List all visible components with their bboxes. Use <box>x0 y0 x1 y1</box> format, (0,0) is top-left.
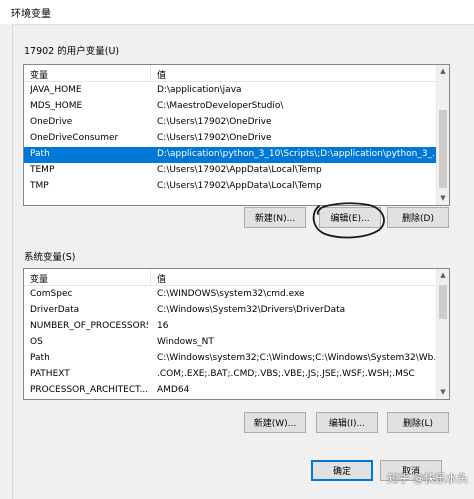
scroll-thumb[interactable] <box>439 110 447 188</box>
user-new-button[interactable]: 新建(N)... <box>244 207 306 228</box>
scroll-up-icon[interactable]: ▲ <box>437 269 449 282</box>
user-var-value: C:\Users\17902\AppData\Local\Temp <box>157 181 322 191</box>
user-var-name: TEMP <box>30 165 55 175</box>
system-var-value: 16 <box>157 321 169 331</box>
scroll-up-icon[interactable]: ▲ <box>437 65 449 78</box>
table-row[interactable]: OneDriveConsumer C:\Users\17902\OneDrive <box>24 131 436 147</box>
system-col-value[interactable]: 值 <box>157 272 166 285</box>
table-row[interactable]: NUMBER_OF_PROCESSORS 16 <box>24 319 436 335</box>
user-var-name: TMP <box>30 181 49 191</box>
user-var-value: C:\MaestroDeveloperStudio\ <box>157 101 284 111</box>
table-row[interactable]: OneDrive C:\Users\17902\OneDrive <box>24 115 436 131</box>
user-var-value: D:\application\java <box>157 85 242 95</box>
user-vars-label: 17902 的用户变量(U) <box>24 46 120 57</box>
window-title: 环境变量 <box>11 8 51 20</box>
watermark-text: 知乎 @快乐水头 <box>387 472 469 485</box>
user-vars-list[interactable]: 变量 值 JAVA_HOME D:\application\java MDS_H… <box>23 64 450 206</box>
system-vars-scrollbar[interactable]: ▲ ▼ <box>436 269 449 399</box>
user-var-value: C:\Users\17902\OneDrive <box>157 117 272 127</box>
background-window-strip <box>0 24 12 499</box>
system-var-name: NUMBER_OF_PROCESSORS <box>30 321 148 331</box>
ok-button[interactable]: 确定 <box>311 460 373 481</box>
system-var-name: PROCESSOR_ARCHITECT... <box>30 385 148 395</box>
user-var-name: MDS_HOME <box>30 101 83 111</box>
user-edit-button[interactable]: 编辑(E)... <box>319 207 381 228</box>
user-col-variable[interactable]: 变量 <box>30 68 48 81</box>
system-var-value: C:\WINDOWS\system32\cmd.exe <box>157 289 305 299</box>
system-vars-list[interactable]: 变量 值 ComSpec C:\WINDOWS\system32\cmd.exe… <box>23 268 450 400</box>
user-var-name: OneDrive <box>30 117 73 127</box>
user-var-name: JAVA_HOME <box>30 85 82 95</box>
system-var-name: DriverData <box>30 305 80 315</box>
system-new-button[interactable]: 新建(W)... <box>244 412 306 433</box>
user-delete-button[interactable]: 删除(D) <box>387 207 449 228</box>
system-var-name: Path <box>30 353 50 363</box>
scroll-down-icon[interactable]: ▼ <box>437 386 449 399</box>
env-vars-dialog: 17902 的用户变量(U) 变量 值 JAVA_HOME D:\applica… <box>12 24 474 499</box>
system-var-name: ComSpec <box>30 289 73 299</box>
user-var-value: C:\Users\17902\AppData\Local\Temp <box>157 165 322 175</box>
user-col-value[interactable]: 值 <box>157 68 166 81</box>
table-row[interactable]: MDS_HOME C:\MaestroDeveloperStudio\ <box>24 99 436 115</box>
table-row[interactable]: OS Windows_NT <box>24 335 436 351</box>
system-edit-button[interactable]: 编辑(I)... <box>316 412 378 433</box>
scroll-thumb[interactable] <box>439 285 447 319</box>
system-col-variable[interactable]: 变量 <box>30 272 48 285</box>
system-vars-header: 变量 值 <box>24 269 436 286</box>
system-var-value: AMD64 <box>157 385 190 395</box>
table-row[interactable]: PROCESSOR_ARCHITECT... AMD64 <box>24 383 436 399</box>
title-bar: 环境变量 <box>0 0 474 24</box>
system-var-value: Windows_NT <box>157 337 214 347</box>
system-var-name: OS <box>30 337 43 347</box>
scroll-down-icon[interactable]: ▼ <box>437 192 449 205</box>
system-var-value: C:\Windows\System32\Drivers\DriverData <box>157 305 346 315</box>
table-row[interactable]: DriverData C:\Windows\System32\Drivers\D… <box>24 303 436 319</box>
system-var-value: .COM;.EXE;.BAT;.CMD;.VBS;.VBE;.JS;.JSE;.… <box>157 369 415 379</box>
system-var-name: PATHEXT <box>30 369 70 379</box>
table-row[interactable]: JAVA_HOME D:\application\java <box>24 83 436 99</box>
system-var-value: C:\Windows\system32;C:\Windows;C:\Window… <box>157 353 435 363</box>
user-vars-scrollbar[interactable]: ▲ ▼ <box>436 65 449 205</box>
table-row[interactable]: Path C:\Windows\system32;C:\Windows;C:\W… <box>24 351 436 367</box>
table-row[interactable]: TMP C:\Users\17902\AppData\Local\Temp <box>24 179 436 195</box>
user-vars-header: 变量 值 <box>24 65 436 82</box>
table-row[interactable]: ComSpec C:\WINDOWS\system32\cmd.exe <box>24 287 436 303</box>
system-delete-button[interactable]: 删除(L) <box>387 412 449 433</box>
user-var-value: C:\Users\17902\OneDrive <box>157 133 272 143</box>
user-var-value: D:\application\python_3_10\Scripts\;D:\a… <box>157 149 435 159</box>
user-var-name: Path <box>30 149 50 159</box>
user-var-name: OneDriveConsumer <box>30 133 119 143</box>
table-row[interactable]: PATHEXT .COM;.EXE;.BAT;.CMD;.VBS;.VBE;.J… <box>24 367 436 383</box>
table-row[interactable]: TEMP C:\Users\17902\AppData\Local\Temp <box>24 163 436 179</box>
system-vars-label: 系统变量(S) <box>24 252 76 263</box>
table-row-selected[interactable]: Path D:\application\python_3_10\Scripts\… <box>24 147 436 163</box>
